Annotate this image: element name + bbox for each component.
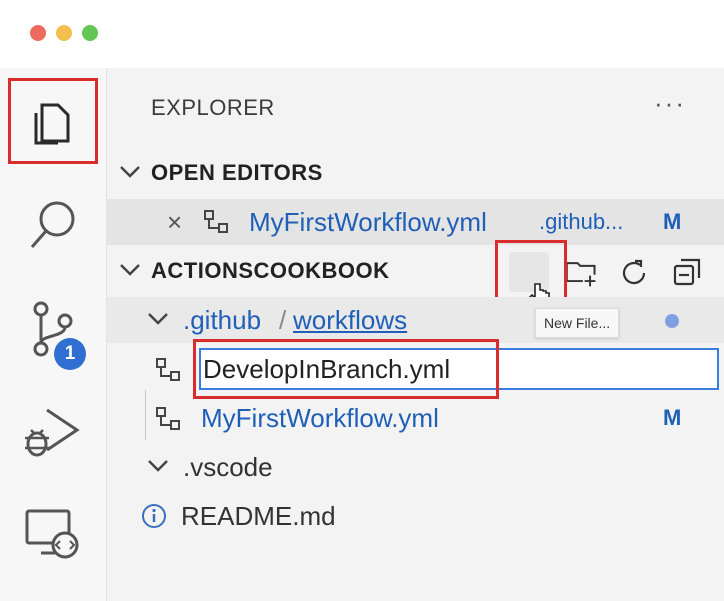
- open-editor-item[interactable]: × MyFirstWorkflow.yml .github... M: [107, 199, 724, 245]
- project-label: ACTIONSCOOKBOOK: [151, 258, 390, 283]
- activity-run-debug[interactable]: [0, 388, 106, 478]
- more-actions-button[interactable]: ···: [654, 88, 686, 119]
- open-editor-path: .github...: [539, 209, 624, 234]
- run-debug-icon: [25, 408, 80, 457]
- readme-file-name: README.md: [181, 500, 336, 531]
- refresh-icon[interactable]: [617, 256, 651, 290]
- open-editor-filename: MyFirstWorkflow.yml: [249, 206, 487, 237]
- chevron-down-icon: [147, 309, 169, 332]
- activity-search[interactable]: [0, 180, 106, 270]
- workflow-file-name: MyFirstWorkflow.yml: [201, 402, 439, 433]
- activity-bar: 1: [0, 68, 107, 601]
- chevron-down-icon: [119, 260, 141, 283]
- open-editors-header[interactable]: OPEN EDITORS: [107, 150, 724, 196]
- files-icon: [34, 103, 70, 145]
- folder-separator: /: [279, 304, 287, 335]
- github-folder[interactable]: .github: [183, 305, 261, 336]
- modified-badge: M: [663, 209, 682, 234]
- workflows-folder-row[interactable]: .github / workflows: [107, 297, 724, 343]
- explorer-sidebar: EXPLORER ··· OPEN EDITORS × MyFirstWorkf…: [107, 68, 724, 601]
- readme-row[interactable]: README.md: [107, 493, 724, 539]
- workflow-file-icon: [203, 209, 231, 240]
- title-bar: [0, 0, 724, 68]
- workflow-file-icon: [155, 357, 183, 388]
- activity-remote-explorer[interactable]: [0, 488, 106, 578]
- close-editor-icon[interactable]: ×: [167, 207, 182, 238]
- new-file-name-value: DevelopInBranch.yml: [203, 353, 451, 384]
- activity-explorer[interactable]: [0, 78, 106, 168]
- chevron-down-icon: [119, 162, 141, 185]
- minimize-window-button[interactable]: [56, 25, 72, 41]
- explorer-title: EXPLORER: [151, 95, 275, 120]
- search-icon: [30, 201, 75, 248]
- vscode-folder-name: .vscode: [183, 451, 273, 482]
- open-editors-label: OPEN EDITORS: [151, 160, 323, 185]
- workflow-file-icon: [155, 406, 183, 437]
- new-file-input-row: DevelopInBranch.yml: [107, 346, 724, 392]
- close-window-button[interactable]: [30, 25, 46, 41]
- remote-explorer-icon: [25, 509, 79, 559]
- workflows-folder[interactable]: workflows: [293, 305, 407, 336]
- source-control-badge: 1: [54, 338, 86, 370]
- new-folder-icon[interactable]: [565, 256, 599, 290]
- info-icon: [141, 503, 167, 534]
- chevron-down-icon: [147, 456, 169, 479]
- workflow-file-row[interactable]: MyFirstWorkflow.yml M: [107, 395, 724, 441]
- activity-source-control[interactable]: [0, 284, 106, 374]
- new-file-tooltip: New File...: [535, 308, 620, 338]
- maximize-window-button[interactable]: [82, 25, 98, 41]
- modified-dot: [665, 314, 679, 328]
- vscode-folder-row[interactable]: .vscode: [107, 444, 724, 490]
- modified-badge: M: [663, 405, 682, 430]
- collapse-all-icon[interactable]: [671, 256, 705, 290]
- project-header[interactable]: ACTIONSCOOKBOOK: [107, 248, 724, 294]
